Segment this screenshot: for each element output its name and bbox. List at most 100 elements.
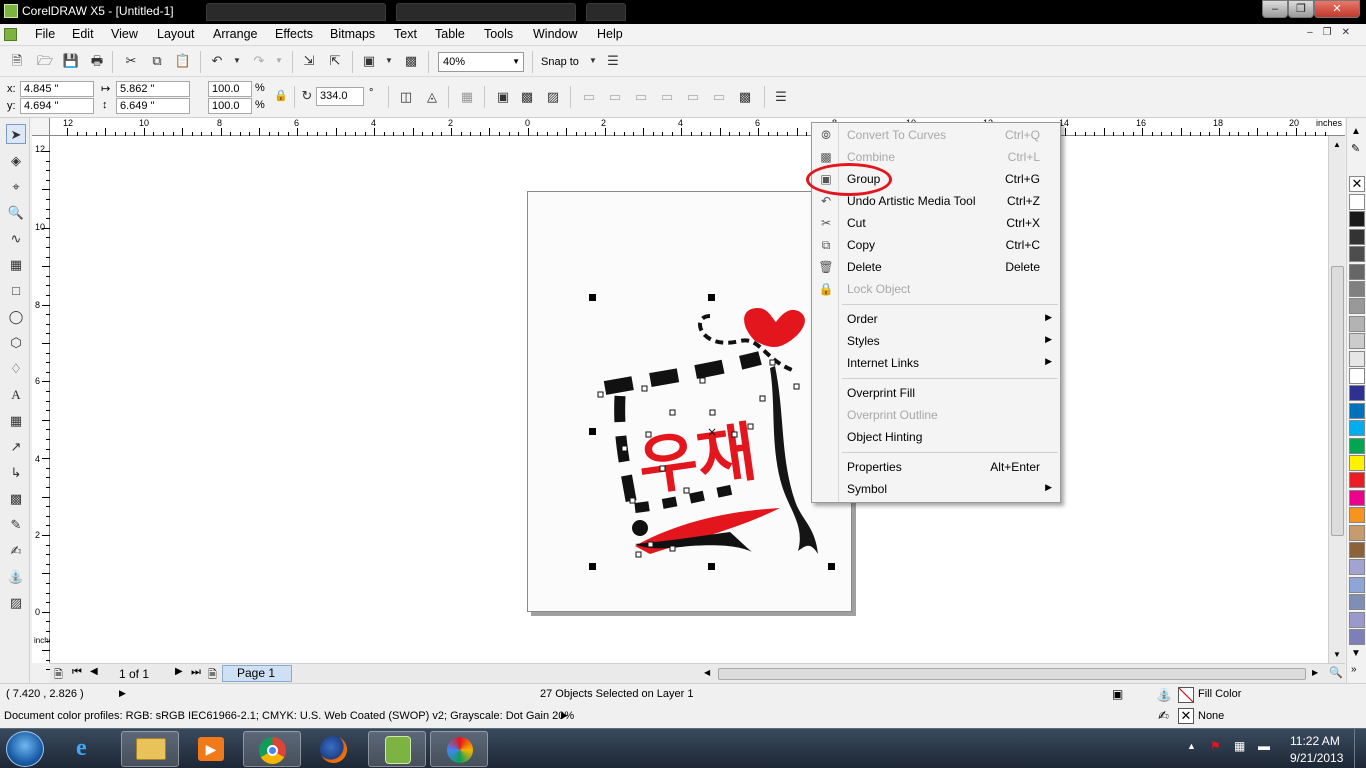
navigator-zoom-icon[interactable]: 🔍	[1329, 666, 1343, 679]
clock-date[interactable]: 9/21/2013	[1290, 751, 1343, 765]
freehand-tool-icon[interactable]: ∿	[6, 229, 26, 249]
menu-item-overprint-fill[interactable]: Overprint Fill	[812, 382, 1060, 404]
next-page-icon[interactable]: ▶	[175, 666, 183, 677]
vertical-scroll-thumb[interactable]	[1331, 266, 1344, 536]
horizontal-scroll-thumb[interactable]	[718, 668, 1306, 680]
vertical-ruler[interactable]: 12 10 8 6 4 2 0 inches	[32, 136, 57, 671]
fill-tool-icon[interactable]: ⛲	[6, 567, 26, 587]
undo-icon[interactable]: ↶	[208, 52, 226, 70]
y-position-field[interactable]: 4.694 "	[20, 98, 94, 114]
scroll-down-icon[interactable]: ▼	[1333, 650, 1341, 659]
last-page-icon[interactable]: ⏭	[191, 666, 201, 679]
color-swatch[interactable]	[1349, 576, 1365, 593]
smart-fill-tool-icon[interactable]: ▦	[6, 255, 26, 275]
ellipse-tool-icon[interactable]: ◯	[6, 307, 26, 327]
menu-table[interactable]: Table	[435, 27, 465, 41]
height-field[interactable]: 6.649 "	[116, 98, 190, 114]
menu-bitmaps[interactable]: Bitmaps	[330, 27, 375, 41]
copy-icon[interactable]: ⧉	[148, 52, 166, 70]
text-tool-icon[interactable]: A	[6, 385, 26, 405]
wrap-text-icon[interactable]: ▦	[458, 88, 476, 106]
menu-file[interactable]: File	[35, 27, 55, 41]
menu-arrange[interactable]: Arrange	[213, 27, 257, 41]
shape-tool-icon[interactable]: ◈	[6, 151, 26, 171]
volume-icon[interactable]: ▬	[1258, 739, 1270, 753]
selection-handle[interactable]	[828, 563, 835, 570]
ungroup-all-icon[interactable]: ▨	[544, 88, 562, 106]
color-swatch[interactable]	[1349, 281, 1365, 297]
menu-item-styles[interactable]: Styles ▶	[812, 330, 1060, 352]
palette-scroll-up-icon[interactable]: ▲	[1351, 126, 1361, 137]
start-button[interactable]	[6, 731, 44, 767]
interactive-fill-tool-icon[interactable]: ▨	[6, 593, 26, 613]
fill-color-swatch[interactable]	[1178, 687, 1194, 703]
color-swatch[interactable]	[1349, 333, 1365, 350]
rotate-icon[interactable]: ↻	[298, 87, 316, 105]
color-swatch[interactable]	[1349, 489, 1365, 506]
taskbar-firefox[interactable]	[305, 731, 363, 767]
simplify-icon[interactable]: ▭	[658, 88, 676, 106]
menu-help[interactable]: Help	[597, 27, 623, 41]
eyedropper-tool-icon[interactable]: ✎	[6, 515, 26, 535]
palette-eyedropper-icon[interactable]: ✎	[1351, 142, 1360, 155]
document-window-controls[interactable]: –❐✕	[1307, 27, 1360, 38]
scale-y-field[interactable]: 100.0	[208, 98, 252, 114]
page-tab[interactable]: Page 1	[222, 665, 292, 682]
taskbar-corel-photo-paint[interactable]	[430, 731, 488, 767]
color-swatch[interactable]	[1349, 246, 1365, 263]
create-boundary-icon[interactable]: ▩	[736, 88, 754, 106]
x-position-field[interactable]: 4.845 "	[20, 81, 94, 97]
back-minus-front-icon[interactable]: ▭	[710, 88, 728, 106]
paste-icon[interactable]: 📋	[174, 52, 192, 70]
selection-handle[interactable]	[708, 563, 715, 570]
previous-page-icon[interactable]: ◀	[90, 666, 98, 677]
table-tool-icon[interactable]: ▦	[6, 411, 26, 431]
crop-tool-icon[interactable]: ⌖	[6, 177, 26, 197]
color-swatch[interactable]	[1349, 559, 1365, 576]
tray-expand-icon[interactable]: ▲	[1187, 741, 1196, 751]
redo-icon[interactable]: ↷	[250, 52, 268, 70]
color-swatch[interactable]	[1349, 402, 1365, 419]
color-swatch[interactable]	[1349, 507, 1365, 524]
first-page-icon[interactable]: ⏮	[72, 666, 82, 679]
color-swatch[interactable]	[1349, 211, 1365, 228]
application-launcher-icon[interactable]: ▣	[360, 52, 378, 70]
print-icon[interactable]: 🖶	[88, 52, 106, 70]
taskbar-file-explorer[interactable]	[121, 731, 179, 767]
save-icon[interactable]: 💾	[62, 52, 80, 70]
menu-item-order[interactable]: Order ▶	[812, 308, 1060, 330]
color-swatch[interactable]	[1349, 194, 1365, 210]
color-swatch[interactable]	[1349, 542, 1365, 558]
basic-shapes-tool-icon[interactable]: ♢	[6, 359, 26, 379]
color-swatch[interactable]	[1349, 315, 1365, 332]
group-objects-icon[interactable]: ▣	[494, 88, 512, 106]
taskbar-coreldraw[interactable]	[368, 731, 426, 767]
launcher-dropdown-icon[interactable]: ▼	[380, 52, 398, 70]
connector-tool-icon[interactable]: ↳	[6, 463, 26, 483]
color-swatch[interactable]	[1349, 368, 1365, 384]
menu-item-cut[interactable]: ✂ Cut Ctrl+X	[812, 212, 1060, 234]
redo-dropdown-icon[interactable]: ▼	[270, 52, 288, 70]
polygon-tool-icon[interactable]: ⬡	[6, 333, 26, 353]
import-icon[interactable]: ⇲	[300, 52, 318, 70]
vertical-scrollbar[interactable]: ▲ ▼	[1328, 136, 1345, 663]
ungroup-icon[interactable]: ▩	[518, 88, 536, 106]
cut-icon[interactable]: ✂	[122, 52, 140, 70]
menu-item-copy[interactable]: ⧉ Copy Ctrl+C	[812, 234, 1060, 256]
color-swatch[interactable]	[1349, 524, 1365, 541]
front-minus-back-icon[interactable]: ▭	[684, 88, 702, 106]
scroll-up-icon[interactable]: ▲	[1333, 140, 1341, 149]
minimize-button[interactable]: –	[1262, 0, 1288, 18]
color-swatch[interactable]	[1349, 385, 1365, 402]
color-swatch[interactable]	[1349, 420, 1365, 437]
scroll-right-icon[interactable]: ▶	[1312, 668, 1318, 677]
network-icon[interactable]: ▦	[1234, 739, 1245, 753]
rotation-angle-field[interactable]: 334.0	[316, 87, 364, 106]
color-proof-icon[interactable]: ▣	[1112, 687, 1123, 701]
scroll-left-icon[interactable]: ◀	[704, 668, 710, 677]
menu-item-object-hinting[interactable]: Object Hinting	[812, 426, 1060, 448]
menu-effects[interactable]: Effects	[275, 27, 313, 41]
menu-view[interactable]: View	[111, 27, 138, 41]
menu-layout[interactable]: Layout	[157, 27, 195, 41]
menu-edit[interactable]: Edit	[72, 27, 94, 41]
